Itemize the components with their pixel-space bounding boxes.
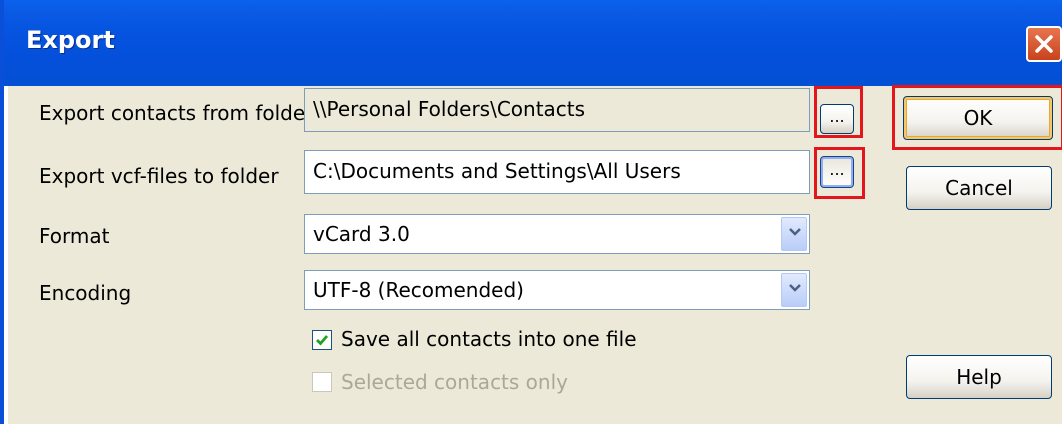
cancel-button[interactable]: Cancel [906, 166, 1052, 210]
chevron-down-icon [789, 228, 801, 236]
dialog-body: Export contacts from folder \\Personal F… [8, 85, 1062, 424]
encoding-value: UTF-8 (Recomended) [313, 278, 524, 302]
format-value: vCard 3.0 [313, 222, 410, 246]
format-dropdown-button[interactable] [781, 217, 807, 251]
export-dialog: Export Export contacts from folder \\Per… [0, 0, 1062, 424]
highlight-box [892, 85, 1062, 150]
highlight-box [814, 147, 865, 199]
encoding-select[interactable]: UTF-8 (Recomended) [304, 270, 810, 310]
dialog-title: Export [26, 26, 115, 54]
export-to-label: Export vcf-files to folder [39, 164, 279, 188]
export-from-label: Export contacts from folder [39, 101, 314, 125]
selected-only-label: Selected contacts only [341, 370, 568, 394]
format-label: Format [39, 224, 110, 248]
checkmark-icon [316, 335, 329, 346]
save-one-file-checkbox[interactable] [312, 330, 332, 350]
help-button[interactable]: Help [906, 355, 1052, 399]
format-select[interactable]: vCard 3.0 [304, 214, 810, 254]
encoding-dropdown-button[interactable] [781, 273, 807, 307]
selected-only-checkbox [312, 372, 332, 392]
save-one-file-label[interactable]: Save all contacts into one file [341, 327, 637, 351]
close-button[interactable] [1026, 26, 1062, 62]
title-bar: Export [4, 0, 1062, 86]
close-icon [1035, 35, 1053, 53]
export-to-field[interactable]: C:\Documents and Settings\All Users [304, 150, 810, 194]
encoding-label: Encoding [39, 281, 132, 305]
export-from-field[interactable]: \\Personal Folders\Contacts [304, 88, 810, 132]
chevron-down-icon [789, 284, 801, 292]
highlight-box [814, 86, 863, 138]
